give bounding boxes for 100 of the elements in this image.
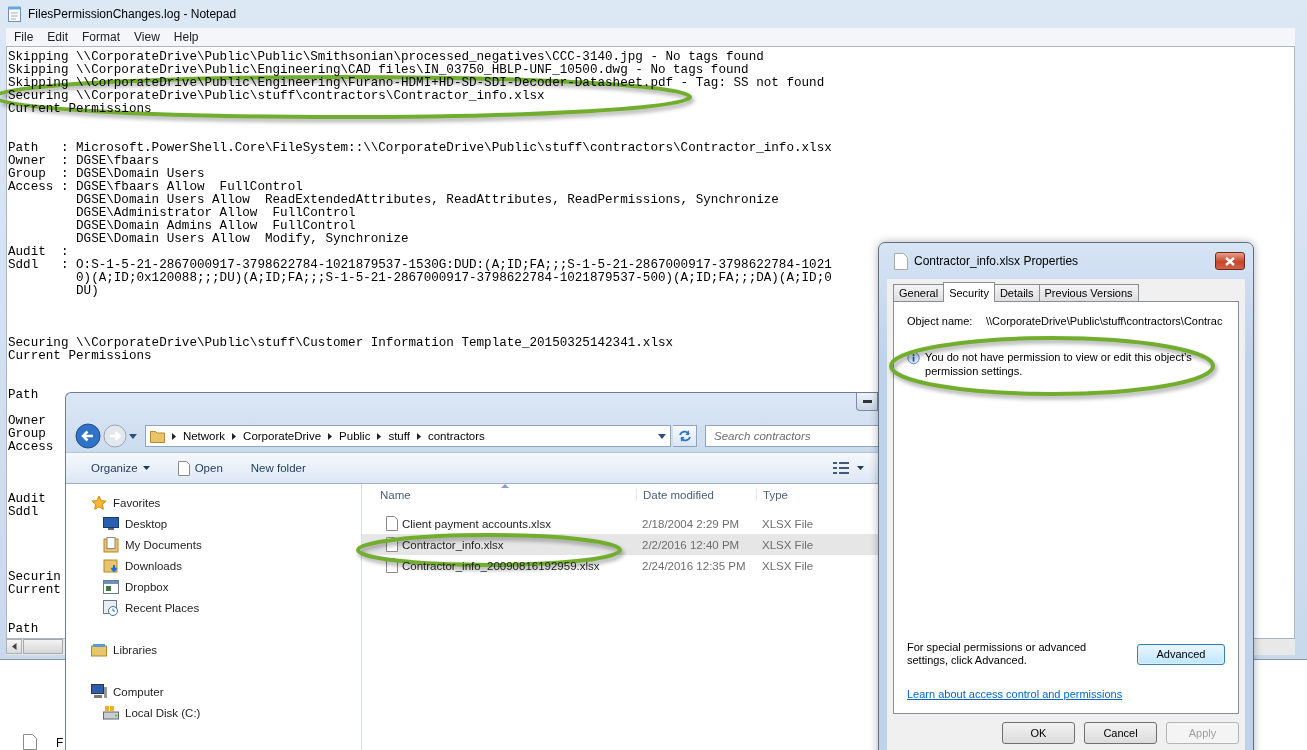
downloads-folder-icon — [103, 557, 119, 574]
log-line: Current — [8, 584, 61, 597]
field-label: Object name: — [907, 315, 974, 327]
log-line: Path : Microsoft.PowerShell.Core\FileSystem::\\CorporateDrive\Public\stuff\contractors\Contractor_info.xlsx — [8, 142, 832, 155]
log-line: 0)(A;ID;0x120088;;;DU)(A;ID;FA;;;S-1-5-21-2867000917-3798622784-1021879537-500)(A;ID;FA;;;DA)(A;ID;0 — [75, 272, 832, 285]
menu-item[interactable]: Format — [82, 30, 121, 44]
document-icon — [177, 460, 190, 476]
file-date: 2/2/2016 12:40 PM — [641, 538, 741, 551]
menu-item[interactable]: File — [14, 30, 34, 44]
help-link[interactable]: Learn about access control and permissions — [907, 688, 1123, 700]
log-line: Audit : — [8, 246, 69, 259]
log-line: Skipping \\CorporateDrive\Public\Engineering\CAD files\IN_03750_HBLP-UNF_10500.dwg - No tags found — [8, 64, 749, 77]
menu-item[interactable]: View — [134, 30, 160, 44]
chevron-icon[interactable] — [377, 432, 382, 440]
scroll-left-button[interactable] — [6, 639, 22, 654]
log-line: Access — [8, 441, 54, 454]
file-row[interactable]: Contractor_info.xlsx 2/2/2016 12:40 PM XLSX File — [362, 534, 878, 555]
organize-button[interactable]: Organize — [91, 462, 150, 474]
file-icon — [386, 516, 398, 531]
file-type: XLSX File — [761, 517, 815, 530]
tab[interactable]: Security — [943, 282, 995, 302]
computer-icon — [91, 684, 107, 699]
nav-item[interactable]: My Documents — [66, 534, 361, 555]
column-header[interactable]: Name — [362, 489, 636, 501]
menu-item[interactable]: Help — [173, 30, 199, 44]
caret-icon[interactable] — [658, 433, 667, 439]
nav-item[interactable]: Dropbox — [66, 576, 361, 597]
log-line: Path — [8, 623, 39, 636]
caret-icon[interactable] — [857, 466, 864, 470]
breadcrumb-item[interactable]: Network — [182, 430, 226, 442]
log-line: Access : DGSE\fbaars Allow FullControl — [8, 181, 303, 194]
breadcrumb-item[interactable]: CorporateDrive — [243, 430, 322, 442]
taskbar-label[interactable]: F — [56, 736, 64, 750]
advanced-button[interactable]: Advanced — [1137, 643, 1225, 665]
dialog-button[interactable]: OK — [1002, 722, 1075, 744]
chevron-icon[interactable] — [171, 432, 176, 440]
file-type: XLSX File — [761, 559, 815, 572]
log-line: DGSE\Administrator Allow FullControl — [75, 207, 356, 220]
chevron-icon[interactable] — [328, 432, 333, 440]
menu-item[interactable]: Edit — [47, 30, 69, 44]
window-icon — [103, 579, 119, 594]
sort-arrow-icon — [501, 484, 509, 488]
breadcrumb-item[interactable]: Public — [339, 430, 371, 442]
nav-item[interactable]: Libraries — [66, 639, 361, 660]
document-icon — [894, 252, 908, 270]
dialog-button[interactable]: Cancel — [1084, 722, 1157, 744]
window-title: FilesPermissionChanges.log - Notepad — [28, 7, 237, 21]
address-bar[interactable]: Network CorporateDrive Public stuff contractors — [144, 425, 672, 447]
open-button[interactable]: Open — [177, 460, 223, 476]
log-line: Audit — [8, 493, 46, 506]
monitor-icon — [103, 516, 119, 531]
chevron-icon[interactable] — [232, 432, 237, 440]
file-row[interactable]: Client payment accounts.xlsx 2/18/2004 2:29 PM XLSX File — [362, 513, 878, 534]
log-line: DGSE\Domain Users Allow Modify, Synchronize — [75, 233, 409, 246]
advanced-hint: For special permissions or advanced settings, click Advanced. — [907, 641, 1088, 667]
documents-folder-icon — [103, 536, 119, 553]
log-line: DGSE\Domain Users Allow ReadExtendedAttributes, ReadAttributes, ReadPermissions, Synchronize — [75, 194, 779, 207]
refresh-button[interactable] — [673, 425, 697, 447]
log-line: Securing \\CorporateDrive\Public\stuff\contractors\Contractor_info.xlsx — [8, 90, 545, 103]
log-line: Sddl : O:S-1-5-21-2867000917-3798622784-1021879537-1530G:DUD:(A;ID;FA;;;S-1-5-21-2867000917-3798622784-1021 — [8, 259, 832, 272]
object-path: \\CorporateDrive\Public\stuff\contractors\Contrac — [986, 315, 1223, 327]
tab[interactable]: Details — [993, 284, 1040, 301]
scrollbar-thumb[interactable] — [23, 639, 63, 654]
tab[interactable]: General — [893, 284, 945, 301]
breadcrumb-item[interactable]: stuff — [388, 430, 410, 442]
close-icon — [1225, 256, 1235, 266]
caret-icon[interactable] — [129, 433, 137, 439]
log-line: Securing \\CorporateDrive\Public\stuff\Customer Information Template_20150325142341.xlsx — [8, 337, 674, 350]
file-date: 2/18/2004 2:29 PM — [641, 517, 741, 530]
search-field[interactable]: Search contractors — [705, 425, 878, 447]
file-name: Contractor_info.xlsx — [402, 538, 504, 551]
chevron-icon[interactable] — [416, 432, 421, 440]
breadcrumb-item[interactable]: contractors — [427, 430, 485, 442]
close-button[interactable] — [1215, 252, 1245, 270]
minimize-button[interactable] — [856, 393, 878, 411]
file-icon — [386, 537, 398, 552]
star-icon — [91, 494, 107, 511]
view-icon[interactable] — [833, 462, 849, 474]
new-folder-button[interactable]: New folder — [250, 462, 306, 474]
log-line: Path — [8, 389, 39, 402]
file-date: 2/24/2016 12:35 PM — [641, 559, 747, 572]
refresh-icon — [677, 430, 692, 442]
info-icon — [907, 350, 921, 366]
caret-icon — [142, 466, 150, 470]
nav-item[interactable]: Favorites — [66, 492, 361, 513]
log-line: Current Permissions — [8, 350, 152, 363]
file-name: Client payment accounts.xlsx — [402, 517, 551, 530]
file-type: XLSX File — [761, 538, 815, 551]
nav-item[interactable]: Recent Places — [66, 597, 361, 618]
permission-message: You do not have permission to view or edit this object’s permission settings. — [925, 350, 1193, 378]
column-header[interactable]: Date modified — [636, 489, 756, 501]
log-line: DU) — [75, 285, 99, 298]
folder-icon — [149, 429, 165, 443]
back-button[interactable] — [75, 423, 101, 449]
nav-item[interactable]: Computer — [66, 681, 361, 702]
tab[interactable]: Previous Versions — [1038, 284, 1139, 301]
nav-item[interactable]: Local Disk (C:) — [66, 702, 361, 723]
nav-item[interactable]: Desktop — [66, 513, 361, 534]
recent-places-icon — [103, 599, 119, 616]
nav-item[interactable]: Downloads — [66, 555, 361, 576]
